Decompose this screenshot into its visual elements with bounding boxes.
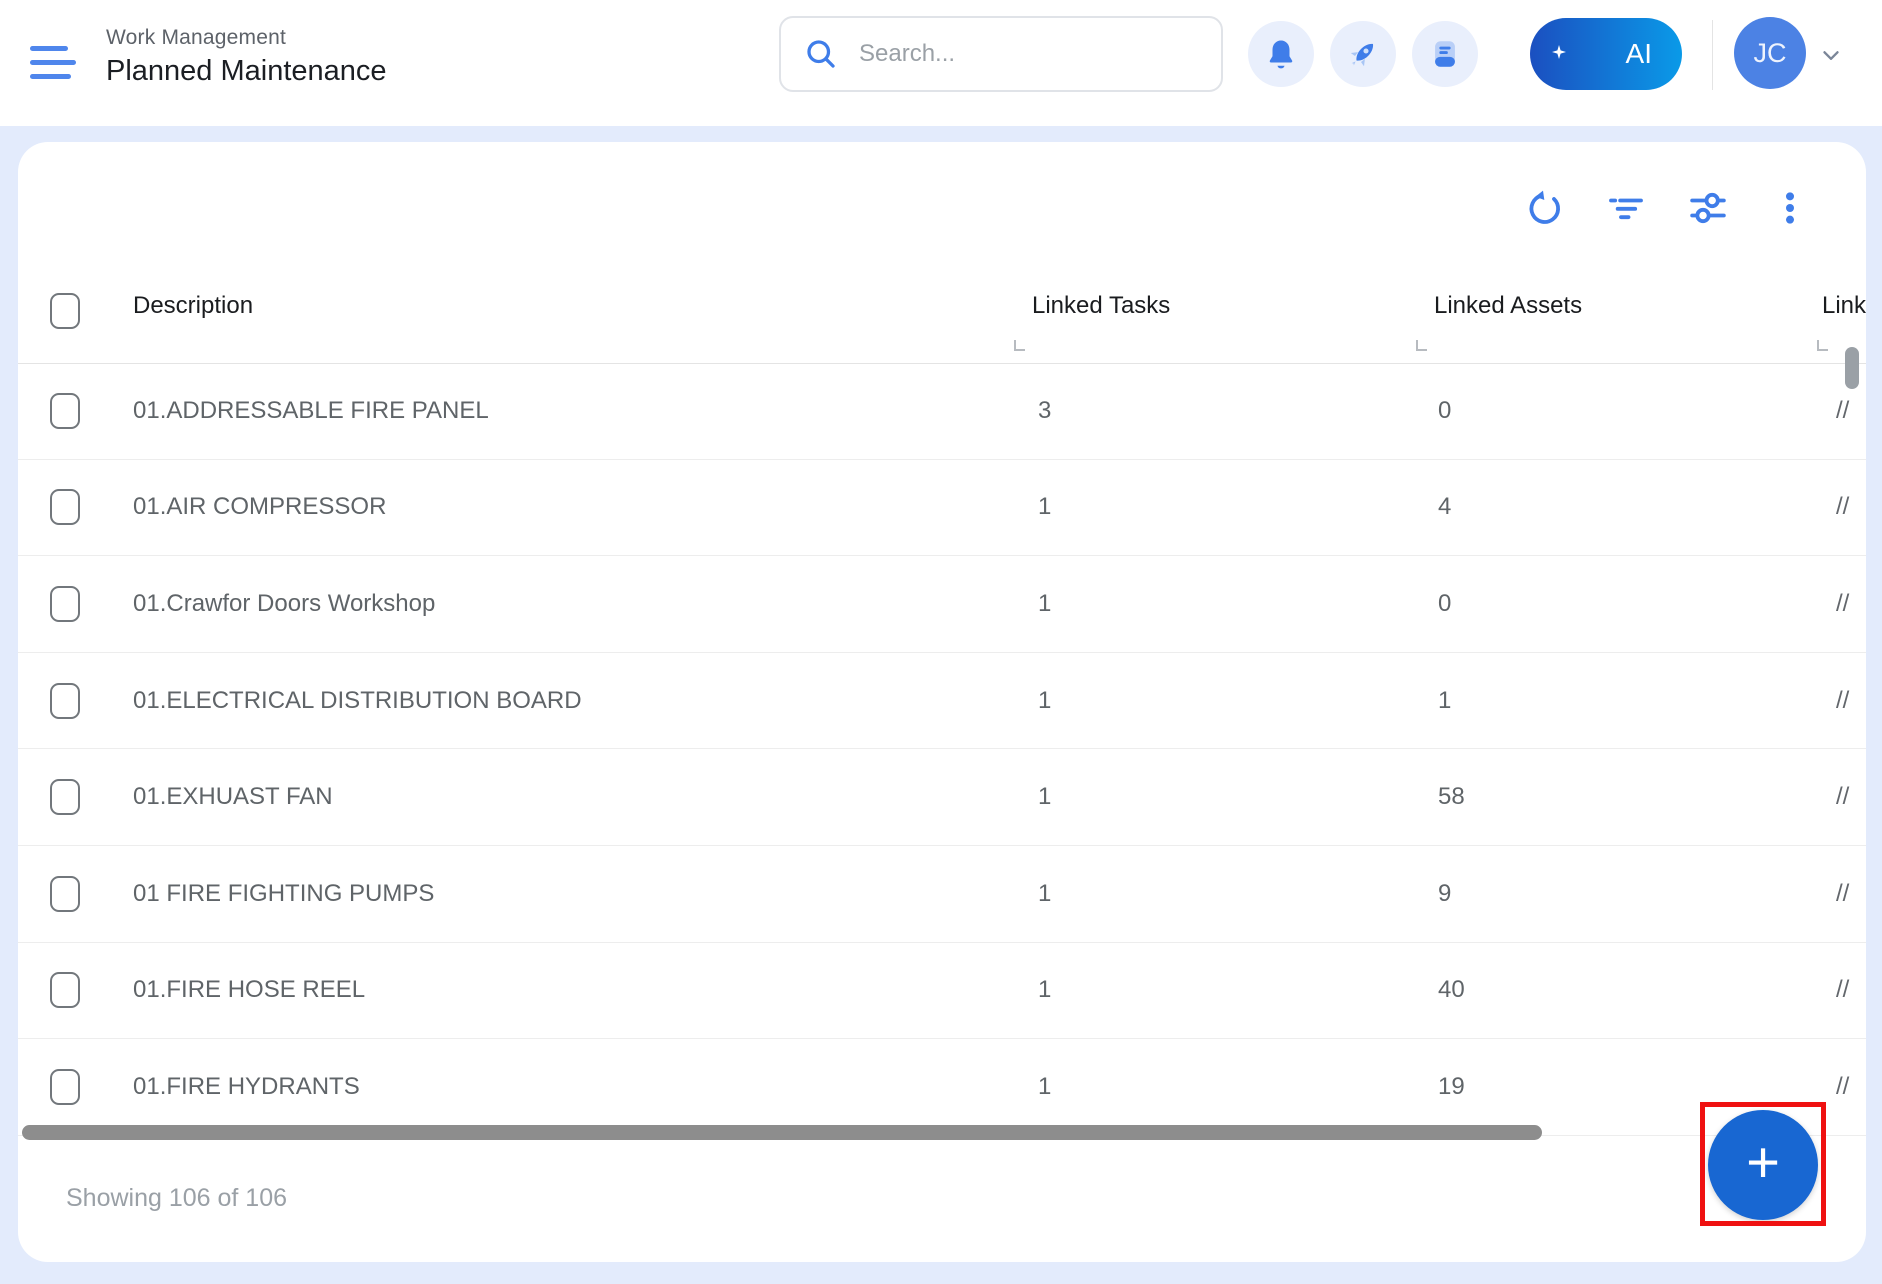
ai-assistant-button[interactable]: AI bbox=[1530, 18, 1682, 90]
description-cell: 01.AIR COMPRESSOR bbox=[133, 460, 386, 556]
menu-bar bbox=[30, 60, 76, 65]
rocket-icon bbox=[1346, 37, 1380, 71]
breadcrumb: Work Management bbox=[106, 26, 387, 50]
linked-assets-cell: 40 bbox=[1438, 943, 1465, 1039]
column-resize-mark bbox=[1416, 340, 1427, 351]
table-row[interactable]: 01.ADDRESSABLE FIRE PANEL 3 0 // bbox=[18, 363, 1866, 460]
notebook-button[interactable] bbox=[1412, 21, 1478, 87]
notebook-icon bbox=[1428, 37, 1462, 71]
column-header-description[interactable]: Description bbox=[133, 292, 253, 320]
title-block: Work Management Planned Maintenance bbox=[106, 26, 387, 88]
overflow-cell: // bbox=[1836, 943, 1849, 1039]
row-checkbox[interactable] bbox=[50, 1069, 80, 1105]
notifications-button[interactable] bbox=[1248, 21, 1314, 87]
table-row[interactable]: 01.AIR COMPRESSOR 1 4 // bbox=[18, 460, 1866, 557]
table-body: 01.ADDRESSABLE FIRE PANEL 3 0 // 01.AIR … bbox=[18, 363, 1866, 1136]
linked-assets-cell: 19 bbox=[1438, 1039, 1465, 1135]
row-checkbox[interactable] bbox=[50, 683, 80, 719]
row-checkbox[interactable] bbox=[50, 972, 80, 1008]
overflow-cell: // bbox=[1836, 1039, 1849, 1135]
linked-assets-cell: 58 bbox=[1438, 749, 1465, 845]
table-header: Description Linked Tasks Linked Assets L… bbox=[18, 142, 1866, 364]
overflow-cell: // bbox=[1836, 556, 1849, 652]
description-cell: 01.Crawfor Doors Workshop bbox=[133, 556, 435, 652]
linked-tasks-cell: 3 bbox=[1038, 363, 1051, 459]
rocket-button[interactable] bbox=[1330, 21, 1396, 87]
description-cell: 01 FIRE FIGHTING PUMPS bbox=[133, 846, 434, 942]
linked-tasks-cell: 1 bbox=[1038, 846, 1051, 942]
column-resize-mark bbox=[1014, 340, 1025, 351]
menu-icon[interactable] bbox=[30, 46, 76, 84]
column-header-truncated[interactable]: Linked bbox=[1822, 292, 1866, 320]
row-checkbox[interactable] bbox=[50, 489, 80, 525]
linked-tasks-cell: 1 bbox=[1038, 460, 1051, 556]
overflow-cell: // bbox=[1836, 749, 1849, 845]
top-bar: Work Management Planned Maintenance bbox=[0, 0, 1882, 126]
search-input[interactable] bbox=[857, 39, 1181, 69]
search-icon bbox=[803, 36, 839, 72]
linked-tasks-cell: 1 bbox=[1038, 653, 1051, 749]
column-header-linked-assets[interactable]: Linked Assets bbox=[1434, 292, 1582, 320]
select-all-checkbox[interactable] bbox=[50, 293, 80, 329]
table-row[interactable]: 01.FIRE HYDRANTS 1 19 // bbox=[18, 1039, 1866, 1136]
linked-assets-cell: 0 bbox=[1438, 363, 1451, 459]
description-cell: 01.FIRE HYDRANTS bbox=[133, 1039, 360, 1135]
linked-tasks-cell: 1 bbox=[1038, 1039, 1051, 1135]
column-resize-mark bbox=[1817, 340, 1828, 351]
vertical-scrollbar[interactable] bbox=[1845, 347, 1859, 389]
row-checkbox[interactable] bbox=[50, 586, 80, 622]
chevron-down-icon[interactable] bbox=[1818, 42, 1844, 68]
description-cell: 01.FIRE HOSE REEL bbox=[133, 943, 365, 1039]
row-checkbox[interactable] bbox=[50, 876, 80, 912]
table-row[interactable]: 01.EXHUAST FAN 1 58 // bbox=[18, 749, 1866, 846]
ai-button-label: AI bbox=[1626, 38, 1652, 70]
search-box[interactable] bbox=[779, 16, 1223, 92]
menu-bar bbox=[30, 46, 68, 51]
description-cell: 01.ADDRESSABLE FIRE PANEL bbox=[133, 363, 489, 459]
description-cell: 01.ELECTRICAL DISTRIBUTION BOARD bbox=[133, 653, 582, 749]
table-row[interactable]: 01.Crawfor Doors Workshop 1 0 // bbox=[18, 556, 1866, 653]
overflow-cell: // bbox=[1836, 846, 1849, 942]
linked-assets-cell: 0 bbox=[1438, 556, 1451, 652]
description-cell: 01.EXHUAST FAN bbox=[133, 749, 333, 845]
table-row[interactable]: 01 FIRE FIGHTING PUMPS 1 9 // bbox=[18, 846, 1866, 943]
avatar-initials: JC bbox=[1754, 38, 1787, 69]
page-title: Planned Maintenance bbox=[106, 55, 387, 88]
column-header-linked-tasks[interactable]: Linked Tasks bbox=[1032, 292, 1170, 320]
table-row[interactable]: 01.FIRE HOSE REEL 1 40 // bbox=[18, 943, 1866, 1040]
linked-assets-cell: 9 bbox=[1438, 846, 1451, 942]
table-row[interactable]: 01.ELECTRICAL DISTRIBUTION BOARD 1 1 // bbox=[18, 653, 1866, 750]
status-text: Showing 106 of 106 bbox=[66, 1184, 287, 1213]
horizontal-scrollbar[interactable] bbox=[22, 1125, 1542, 1140]
content-card: Description Linked Tasks Linked Assets L… bbox=[18, 142, 1866, 1262]
linked-tasks-cell: 1 bbox=[1038, 749, 1051, 845]
row-checkbox[interactable] bbox=[50, 393, 80, 429]
linked-assets-cell: 1 bbox=[1438, 653, 1451, 749]
avatar[interactable]: JC bbox=[1734, 17, 1806, 89]
linked-assets-cell: 4 bbox=[1438, 460, 1451, 556]
bell-icon bbox=[1264, 37, 1298, 71]
overflow-cell: // bbox=[1836, 460, 1849, 556]
add-button[interactable]: + bbox=[1708, 1110, 1818, 1220]
sparkle-icon bbox=[1552, 45, 1566, 59]
linked-tasks-cell: 1 bbox=[1038, 943, 1051, 1039]
menu-bar bbox=[30, 74, 71, 79]
overflow-cell: // bbox=[1836, 653, 1849, 749]
row-checkbox[interactable] bbox=[50, 779, 80, 815]
plus-icon: + bbox=[1746, 1134, 1780, 1192]
linked-tasks-cell: 1 bbox=[1038, 556, 1051, 652]
header-divider bbox=[1712, 20, 1713, 90]
